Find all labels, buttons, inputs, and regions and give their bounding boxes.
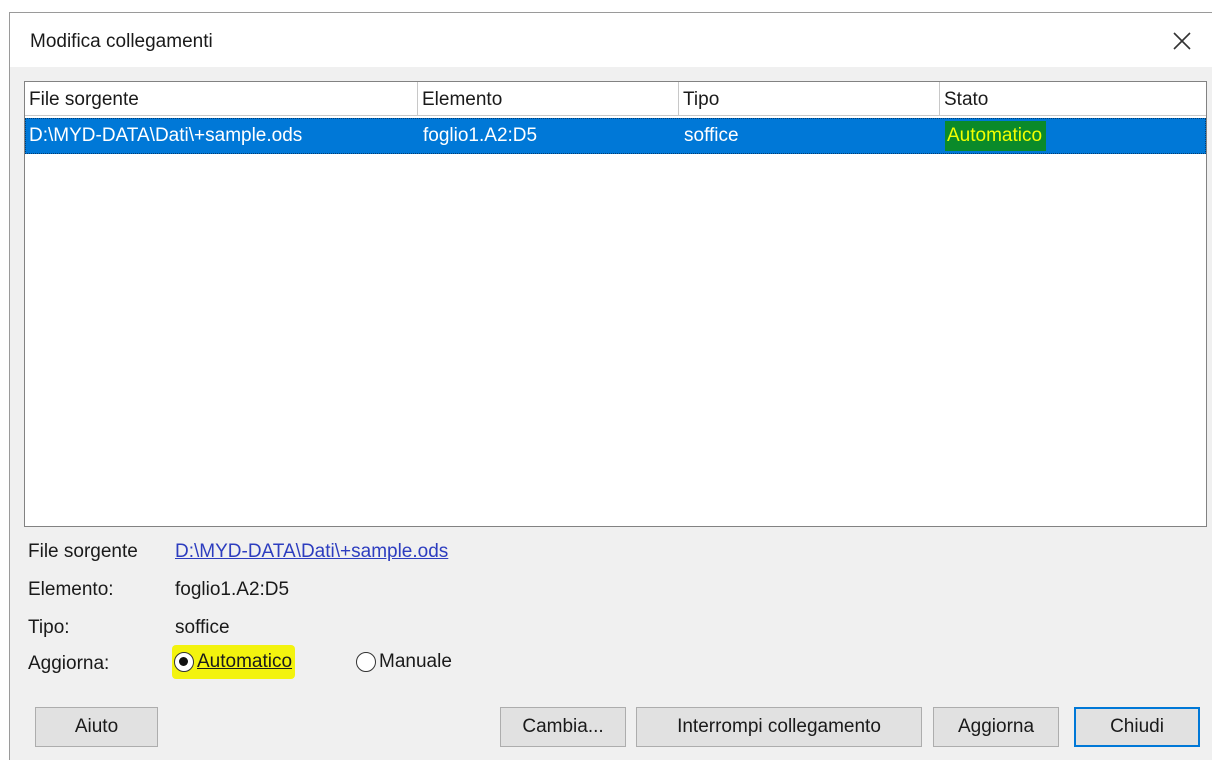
radio-manual[interactable]: Manuale	[356, 645, 452, 679]
row-element: foglio1.A2:D5	[423, 125, 538, 146]
row-type: soffice	[684, 125, 739, 146]
break-link-button[interactable]: Interrompi collegamento	[636, 707, 922, 747]
source-file-link[interactable]: D:\MYD-DATA\Dati\+sample.ods	[175, 541, 448, 563]
title-bar: Modifica collegamenti	[10, 13, 1212, 67]
radio-automatic-label: Automatico	[197, 651, 293, 672]
row-source-file: D:\MYD-DATA\Dati\+sample.ods	[29, 125, 303, 146]
element-value: foglio1.A2:D5	[175, 579, 290, 600]
source-file-label: File sorgente	[28, 541, 138, 562]
type-label: Tipo:	[28, 617, 70, 638]
radio-selected-indicator	[174, 652, 194, 672]
type-value: soffice	[175, 617, 230, 638]
column-header-status[interactable]: Stato	[940, 82, 1206, 115]
help-button[interactable]: Aiuto	[35, 707, 158, 747]
update-label: Aggiorna:	[28, 653, 110, 674]
close-window-button[interactable]	[1164, 23, 1200, 59]
radio-automatic[interactable]: Automatico	[172, 645, 296, 679]
close-button[interactable]: Chiudi	[1074, 707, 1200, 747]
row-status: Automatico	[945, 121, 1047, 151]
links-list[interactable]: File sorgente Elemento Tipo Stato D:\MYD…	[24, 81, 1207, 527]
background-text-strip	[0, 0, 1213, 10]
column-header-source-file[interactable]: File sorgente	[25, 82, 418, 115]
edit-links-dialog: Modifica collegamenti File sorgente Elem…	[9, 12, 1212, 760]
list-header: File sorgente Elemento Tipo Stato	[25, 82, 1206, 116]
dialog-title: Modifica collegamenti	[30, 31, 213, 52]
radio-unselected-indicator	[356, 652, 376, 672]
column-header-type[interactable]: Tipo	[679, 82, 940, 115]
column-header-element[interactable]: Elemento	[418, 82, 679, 115]
radio-manual-label: Manuale	[379, 651, 452, 672]
close-icon	[1173, 32, 1191, 50]
element-label: Elemento:	[28, 579, 114, 600]
link-row[interactable]: D:\MYD-DATA\Dati\+sample.ods foglio1.A2:…	[25, 118, 1206, 154]
change-button[interactable]: Cambia...	[500, 707, 626, 747]
update-button[interactable]: Aggiorna	[933, 707, 1059, 747]
